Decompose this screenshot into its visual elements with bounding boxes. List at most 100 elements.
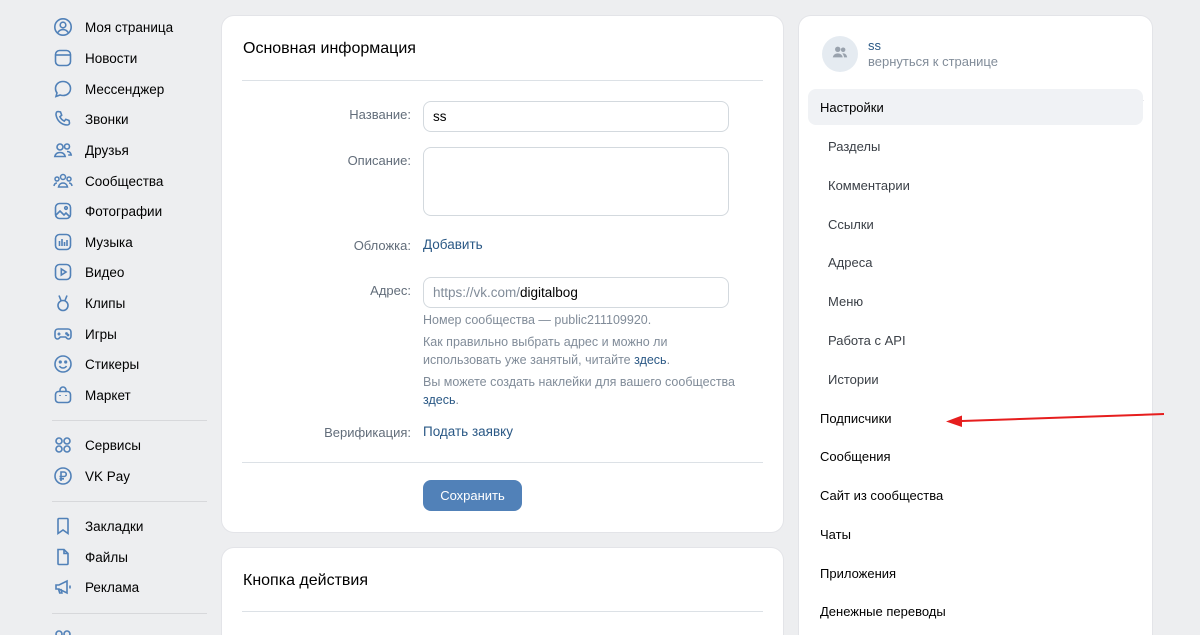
card-title: Основная информация bbox=[243, 40, 416, 57]
nav-item-clips[interactable]: Клипы bbox=[52, 290, 125, 316]
basic-info-card: Основная информация Название: ss Описани… bbox=[222, 16, 783, 532]
menu-item-money-transfers[interactable]: Денежные переводы bbox=[808, 593, 1143, 629]
menu-item-apps[interactable]: Приложения bbox=[808, 555, 1143, 591]
address-label: Адрес: bbox=[370, 283, 411, 298]
nav-item-label: Стикеры bbox=[85, 356, 140, 372]
nav-item-services[interactable]: Сервисы bbox=[52, 432, 141, 458]
nav-item-more[interactable] bbox=[52, 625, 74, 635]
nav-item-label: Друзья bbox=[85, 142, 129, 158]
menu-item-label: Подписчики bbox=[820, 410, 892, 426]
divider bbox=[242, 462, 763, 463]
menu-item-label: Работа с API bbox=[828, 332, 906, 348]
menu-item-subscribers[interactable]: Подписчики bbox=[808, 400, 1143, 436]
ruble-icon bbox=[52, 465, 74, 487]
address-prefix: https://vk.com/ bbox=[433, 285, 521, 300]
megaphone-icon bbox=[52, 576, 74, 598]
address-field[interactable]: https://vk.com/digitalbog bbox=[423, 277, 729, 308]
menu-item-community-site[interactable]: Сайт из сообщества bbox=[808, 477, 1143, 513]
chat-bubble-icon bbox=[52, 78, 74, 100]
name-label: Название: bbox=[349, 107, 411, 122]
menu-item-label: Приложения bbox=[820, 565, 897, 581]
community-avatar-icon bbox=[831, 43, 849, 66]
menu-item-label: Комментарии bbox=[828, 177, 910, 193]
phone-icon bbox=[52, 108, 74, 130]
menu-item-label: Адреса bbox=[828, 254, 873, 270]
menu-item-links[interactable]: Ссылки bbox=[808, 206, 1143, 242]
nav-item-bookmarks[interactable]: Закладки bbox=[52, 513, 143, 539]
nav-item-label: Новости bbox=[85, 50, 138, 66]
nav-item-label: Файлы bbox=[85, 549, 128, 565]
save-button[interactable]: Сохранить bbox=[423, 480, 522, 511]
add-cover-link[interactable]: Добавить bbox=[423, 237, 483, 252]
grid-icon bbox=[52, 434, 74, 456]
nav-item-label: Сообщества bbox=[85, 173, 164, 189]
apply-verification-link[interactable]: Подать заявку bbox=[423, 424, 513, 439]
nav-item-label: Сервисы bbox=[85, 437, 141, 453]
nav-item-files[interactable]: Файлы bbox=[52, 544, 128, 570]
menu-item-chats[interactable]: Чаты bbox=[808, 516, 1143, 552]
nav-item-label: Маркет bbox=[85, 387, 131, 403]
community-name: ss bbox=[868, 38, 881, 53]
avatar bbox=[822, 36, 858, 72]
nav-item-label: Музыка bbox=[85, 234, 133, 250]
menu-item-menu[interactable]: Меню bbox=[808, 283, 1143, 319]
nav-item-friends[interactable]: Друзья bbox=[52, 137, 129, 163]
bookmark-icon bbox=[52, 515, 74, 537]
address-hint: Как правильно выбрать адрес и можно ли и… bbox=[423, 335, 671, 367]
nav-item-label: Моя страница bbox=[85, 19, 174, 35]
menu-item-label: Чаты bbox=[820, 526, 851, 542]
nav-item-ads[interactable]: Реклама bbox=[52, 574, 139, 600]
nav-item-messenger[interactable]: Мессенджер bbox=[52, 76, 164, 102]
nav-item-market[interactable]: Маркет bbox=[52, 382, 131, 408]
bag-icon bbox=[52, 384, 74, 406]
menu-item-sections[interactable]: Разделы bbox=[808, 128, 1143, 164]
nav-item-games[interactable]: Игры bbox=[52, 321, 117, 347]
nav-item-calls[interactable]: Звонки bbox=[52, 106, 129, 132]
address-hint-link[interactable]: здесь bbox=[634, 353, 666, 367]
card-title: Кнопка действия bbox=[243, 572, 369, 589]
menu-item-label: Истории bbox=[828, 371, 879, 387]
nav-item-label: Звонки bbox=[85, 111, 129, 127]
address-value: digitalbog bbox=[520, 285, 578, 300]
nav-item-stickers[interactable]: Стикеры bbox=[52, 351, 139, 377]
communities-icon bbox=[52, 170, 74, 192]
user-circle-icon bbox=[52, 16, 74, 38]
nav-item-communities[interactable]: Сообщества bbox=[52, 168, 163, 194]
name-field[interactable]: ss bbox=[423, 101, 729, 132]
description-field[interactable] bbox=[423, 147, 729, 216]
grid-icon bbox=[52, 627, 74, 635]
left-navigation: Моя страница Новости Мессенджер Звонки Д… bbox=[0, 0, 210, 635]
menu-item-api[interactable]: Работа с API bbox=[808, 322, 1143, 358]
action-button-card: Кнопка действия bbox=[222, 548, 783, 635]
nav-item-label: Реклама bbox=[85, 579, 140, 595]
menu-item-comments[interactable]: Комментарии bbox=[808, 167, 1143, 203]
nav-item-music[interactable]: Музыка bbox=[52, 229, 133, 255]
nav-divider bbox=[52, 501, 207, 502]
nav-item-label: Игры bbox=[85, 326, 117, 342]
menu-item-messages[interactable]: Сообщения bbox=[808, 438, 1143, 474]
nav-item-photos[interactable]: Фотографии bbox=[52, 198, 162, 224]
nav-item-news[interactable]: Новости bbox=[52, 45, 137, 71]
community-header-text: ss вернуться к странице bbox=[868, 38, 998, 70]
video-icon bbox=[52, 261, 74, 283]
verification-label: Верификация: bbox=[324, 425, 411, 440]
divider bbox=[242, 80, 763, 81]
description-label: Описание: bbox=[347, 153, 411, 168]
nav-item-video[interactable]: Видео bbox=[52, 259, 124, 285]
nav-divider bbox=[52, 613, 207, 614]
cover-label: Обложка: bbox=[353, 238, 411, 253]
nav-item-label: Клипы bbox=[85, 295, 126, 311]
nav-item-label: Мессенджер bbox=[85, 81, 165, 97]
menu-item-stories[interactable]: Истории bbox=[808, 361, 1143, 397]
menu-item-addresses[interactable]: Адреса bbox=[808, 244, 1143, 280]
divider bbox=[242, 611, 763, 612]
nav-item-vk-pay[interactable]: VK Pay bbox=[52, 463, 130, 489]
stickers-hint-link[interactable]: здесь bbox=[423, 393, 455, 407]
menu-item-settings[interactable]: Настройки bbox=[808, 89, 1143, 125]
community-menu-card: ss вернуться к странице Настройки Раздел… bbox=[799, 16, 1152, 635]
photo-icon bbox=[52, 200, 74, 222]
file-icon bbox=[52, 546, 74, 568]
nav-item-my-page[interactable]: Моя страница bbox=[52, 14, 173, 40]
community-header[interactable]: ss вернуться к странице bbox=[822, 36, 998, 72]
back-to-page-link[interactable]: вернуться к странице bbox=[868, 54, 998, 70]
